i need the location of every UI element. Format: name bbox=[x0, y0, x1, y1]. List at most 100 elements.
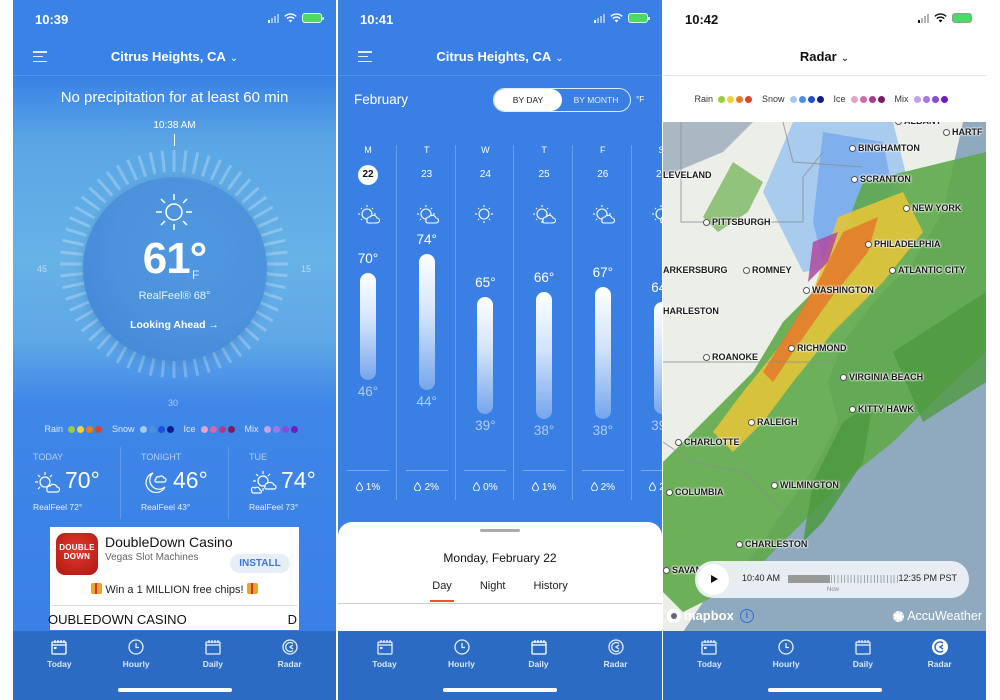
legend-label: Rain bbox=[694, 94, 713, 104]
info-icon[interactable]: i bbox=[739, 608, 754, 623]
tab-label: Radar bbox=[277, 659, 302, 669]
raindrop-icon bbox=[355, 482, 363, 491]
forecast-tonight[interactable]: TONIGHT 46° RealFeel 43° bbox=[121, 447, 229, 519]
tab-radar[interactable]: Radar bbox=[901, 631, 978, 700]
status-bar: 10:42 bbox=[663, 10, 986, 30]
city-marker-icon bbox=[840, 373, 847, 381]
clock-icon bbox=[778, 639, 794, 655]
day-column[interactable]: T 23 74° 44° 2% bbox=[398, 145, 456, 505]
tab-label: Radar bbox=[603, 659, 628, 669]
tab-night[interactable]: Night bbox=[480, 580, 506, 602]
precip-divider bbox=[464, 470, 507, 471]
partly-sunny-icon bbox=[651, 205, 662, 224]
ad-banner[interactable]: DOUBLE DOWN DoubleDown Casino Vegas Slot… bbox=[48, 527, 299, 630]
status-time: 10:41 bbox=[360, 12, 394, 27]
radar-title: Radar bbox=[799, 49, 837, 64]
clock-icon bbox=[128, 639, 144, 655]
city-marker-icon bbox=[666, 488, 673, 496]
day-column[interactable]: T 25 66° 38° 1% bbox=[515, 145, 574, 505]
city-label: CHARLESTON bbox=[736, 539, 807, 549]
city-label: ALBANY bbox=[895, 122, 942, 126]
dial-tick bbox=[234, 178, 252, 197]
day-column[interactable]: W 24 65° 39° 0% bbox=[456, 145, 515, 505]
tab-radar[interactable]: Radar bbox=[577, 631, 654, 700]
city-name: VIRGINIA BEACH bbox=[849, 372, 924, 382]
home-indicator[interactable] bbox=[117, 688, 232, 692]
mapbox-attribution[interactable]: mapbox i bbox=[667, 608, 754, 623]
city-marker-icon bbox=[865, 240, 872, 248]
signal-icon bbox=[918, 13, 929, 23]
sun-icon bbox=[156, 194, 192, 230]
radar-icon bbox=[931, 639, 948, 655]
radar-layer-selector[interactable]: Radar ⌄ bbox=[663, 49, 986, 64]
city-name: WASHINGTON bbox=[812, 285, 874, 295]
legend-swatch bbox=[798, 95, 806, 103]
tab-today[interactable]: Today bbox=[671, 631, 748, 700]
calendar-dot-icon bbox=[701, 640, 718, 655]
home-indicator[interactable] bbox=[443, 688, 557, 692]
accuweather-sun-icon bbox=[893, 610, 905, 622]
day-column[interactable]: S 27 64° 39° 2% bbox=[633, 145, 662, 505]
minutecast-time: 10:38 AM bbox=[153, 120, 196, 131]
city-name: RICHMOND bbox=[797, 343, 847, 353]
looking-ahead-link[interactable]: Looking Ahead → bbox=[13, 319, 336, 331]
location-name: Citrus Heights, CA bbox=[110, 49, 226, 64]
sheet-date: Monday, February 22 bbox=[443, 551, 557, 565]
tab-radar[interactable]: Radar bbox=[251, 631, 328, 700]
legend-swatch bbox=[816, 95, 824, 103]
legend-swatch bbox=[166, 425, 174, 433]
by-day-toggle[interactable]: BY DAY bbox=[494, 89, 562, 111]
calendar-icon bbox=[530, 640, 547, 655]
battery-charging-icon bbox=[302, 13, 324, 23]
wifi-icon bbox=[284, 13, 297, 23]
day-column[interactable]: F 26 67° 38° 2% bbox=[574, 145, 632, 505]
view-toggle: BY DAY BY MONTH bbox=[493, 88, 631, 112]
legend-swatch bbox=[931, 95, 939, 103]
status-bar: 10:39 bbox=[13, 10, 336, 30]
tab-history[interactable]: History bbox=[534, 580, 568, 602]
chevron-down-icon: ⌄ bbox=[840, 53, 850, 64]
by-month-toggle[interactable]: BY MONTH bbox=[562, 89, 630, 111]
location-selector[interactable]: Citrus Heights, CA ⌄ bbox=[13, 49, 336, 64]
tab-today[interactable]: Today bbox=[21, 631, 98, 700]
precip-divider bbox=[347, 470, 389, 471]
install-button[interactable]: INSTALL bbox=[230, 554, 290, 573]
partly-sunny-icon bbox=[592, 205, 615, 224]
forecast-label: TONIGHT bbox=[141, 452, 182, 462]
forecast-today[interactable]: TODAY 70° RealFeel 72° bbox=[13, 447, 121, 519]
dial-tick bbox=[126, 159, 138, 181]
legend-ice: Ice bbox=[184, 424, 235, 434]
mapbox-logo-icon bbox=[667, 608, 681, 623]
timeline-progress bbox=[788, 575, 830, 583]
city-label: ROMNEY bbox=[743, 265, 792, 275]
legend-label: Mix bbox=[244, 424, 259, 434]
gift-icon bbox=[246, 583, 258, 594]
unit-toggle[interactable]: °F bbox=[636, 95, 644, 104]
forecast-tue[interactable]: TUE 74° RealFeel 73° bbox=[229, 447, 336, 519]
city-marker-icon bbox=[849, 405, 856, 413]
dial-tick bbox=[257, 216, 279, 228]
ad-subtitle: Vegas Slot Machines bbox=[105, 552, 199, 563]
signal-icon bbox=[268, 13, 279, 23]
city-label: ATLANTIC CITY bbox=[889, 265, 965, 275]
precip-chance: 1% bbox=[515, 482, 573, 493]
day-column[interactable]: M 22 70° 46° 1% bbox=[339, 145, 397, 505]
tab-today[interactable]: Today bbox=[346, 631, 423, 700]
radar-map[interactable]: ALBANY BINGHAMTON HARTF LEVELAND SCRANTON NEW… bbox=[663, 122, 986, 632]
tab-label: Hourly bbox=[772, 659, 800, 669]
city-label: LEVELAND bbox=[663, 170, 712, 180]
precip-chance: 2% bbox=[574, 482, 632, 493]
dial-tick bbox=[201, 155, 211, 177]
play-button[interactable] bbox=[698, 564, 729, 595]
tab-label: Hourly bbox=[122, 659, 150, 669]
tab-label: Daily bbox=[528, 659, 549, 669]
tab-day[interactable]: Day bbox=[430, 580, 454, 602]
city-name: NEW YORK bbox=[912, 203, 962, 213]
legend-swatch bbox=[913, 95, 921, 103]
legend-swatch bbox=[281, 425, 289, 433]
location-selector[interactable]: Citrus Heights, CA ⌄ bbox=[338, 49, 662, 64]
timeline-scrubber[interactable] bbox=[788, 575, 898, 583]
sheet-grabber[interactable] bbox=[480, 529, 520, 532]
app-header: Citrus Heights, CA ⌄ bbox=[338, 40, 662, 76]
home-indicator[interactable] bbox=[767, 688, 882, 692]
